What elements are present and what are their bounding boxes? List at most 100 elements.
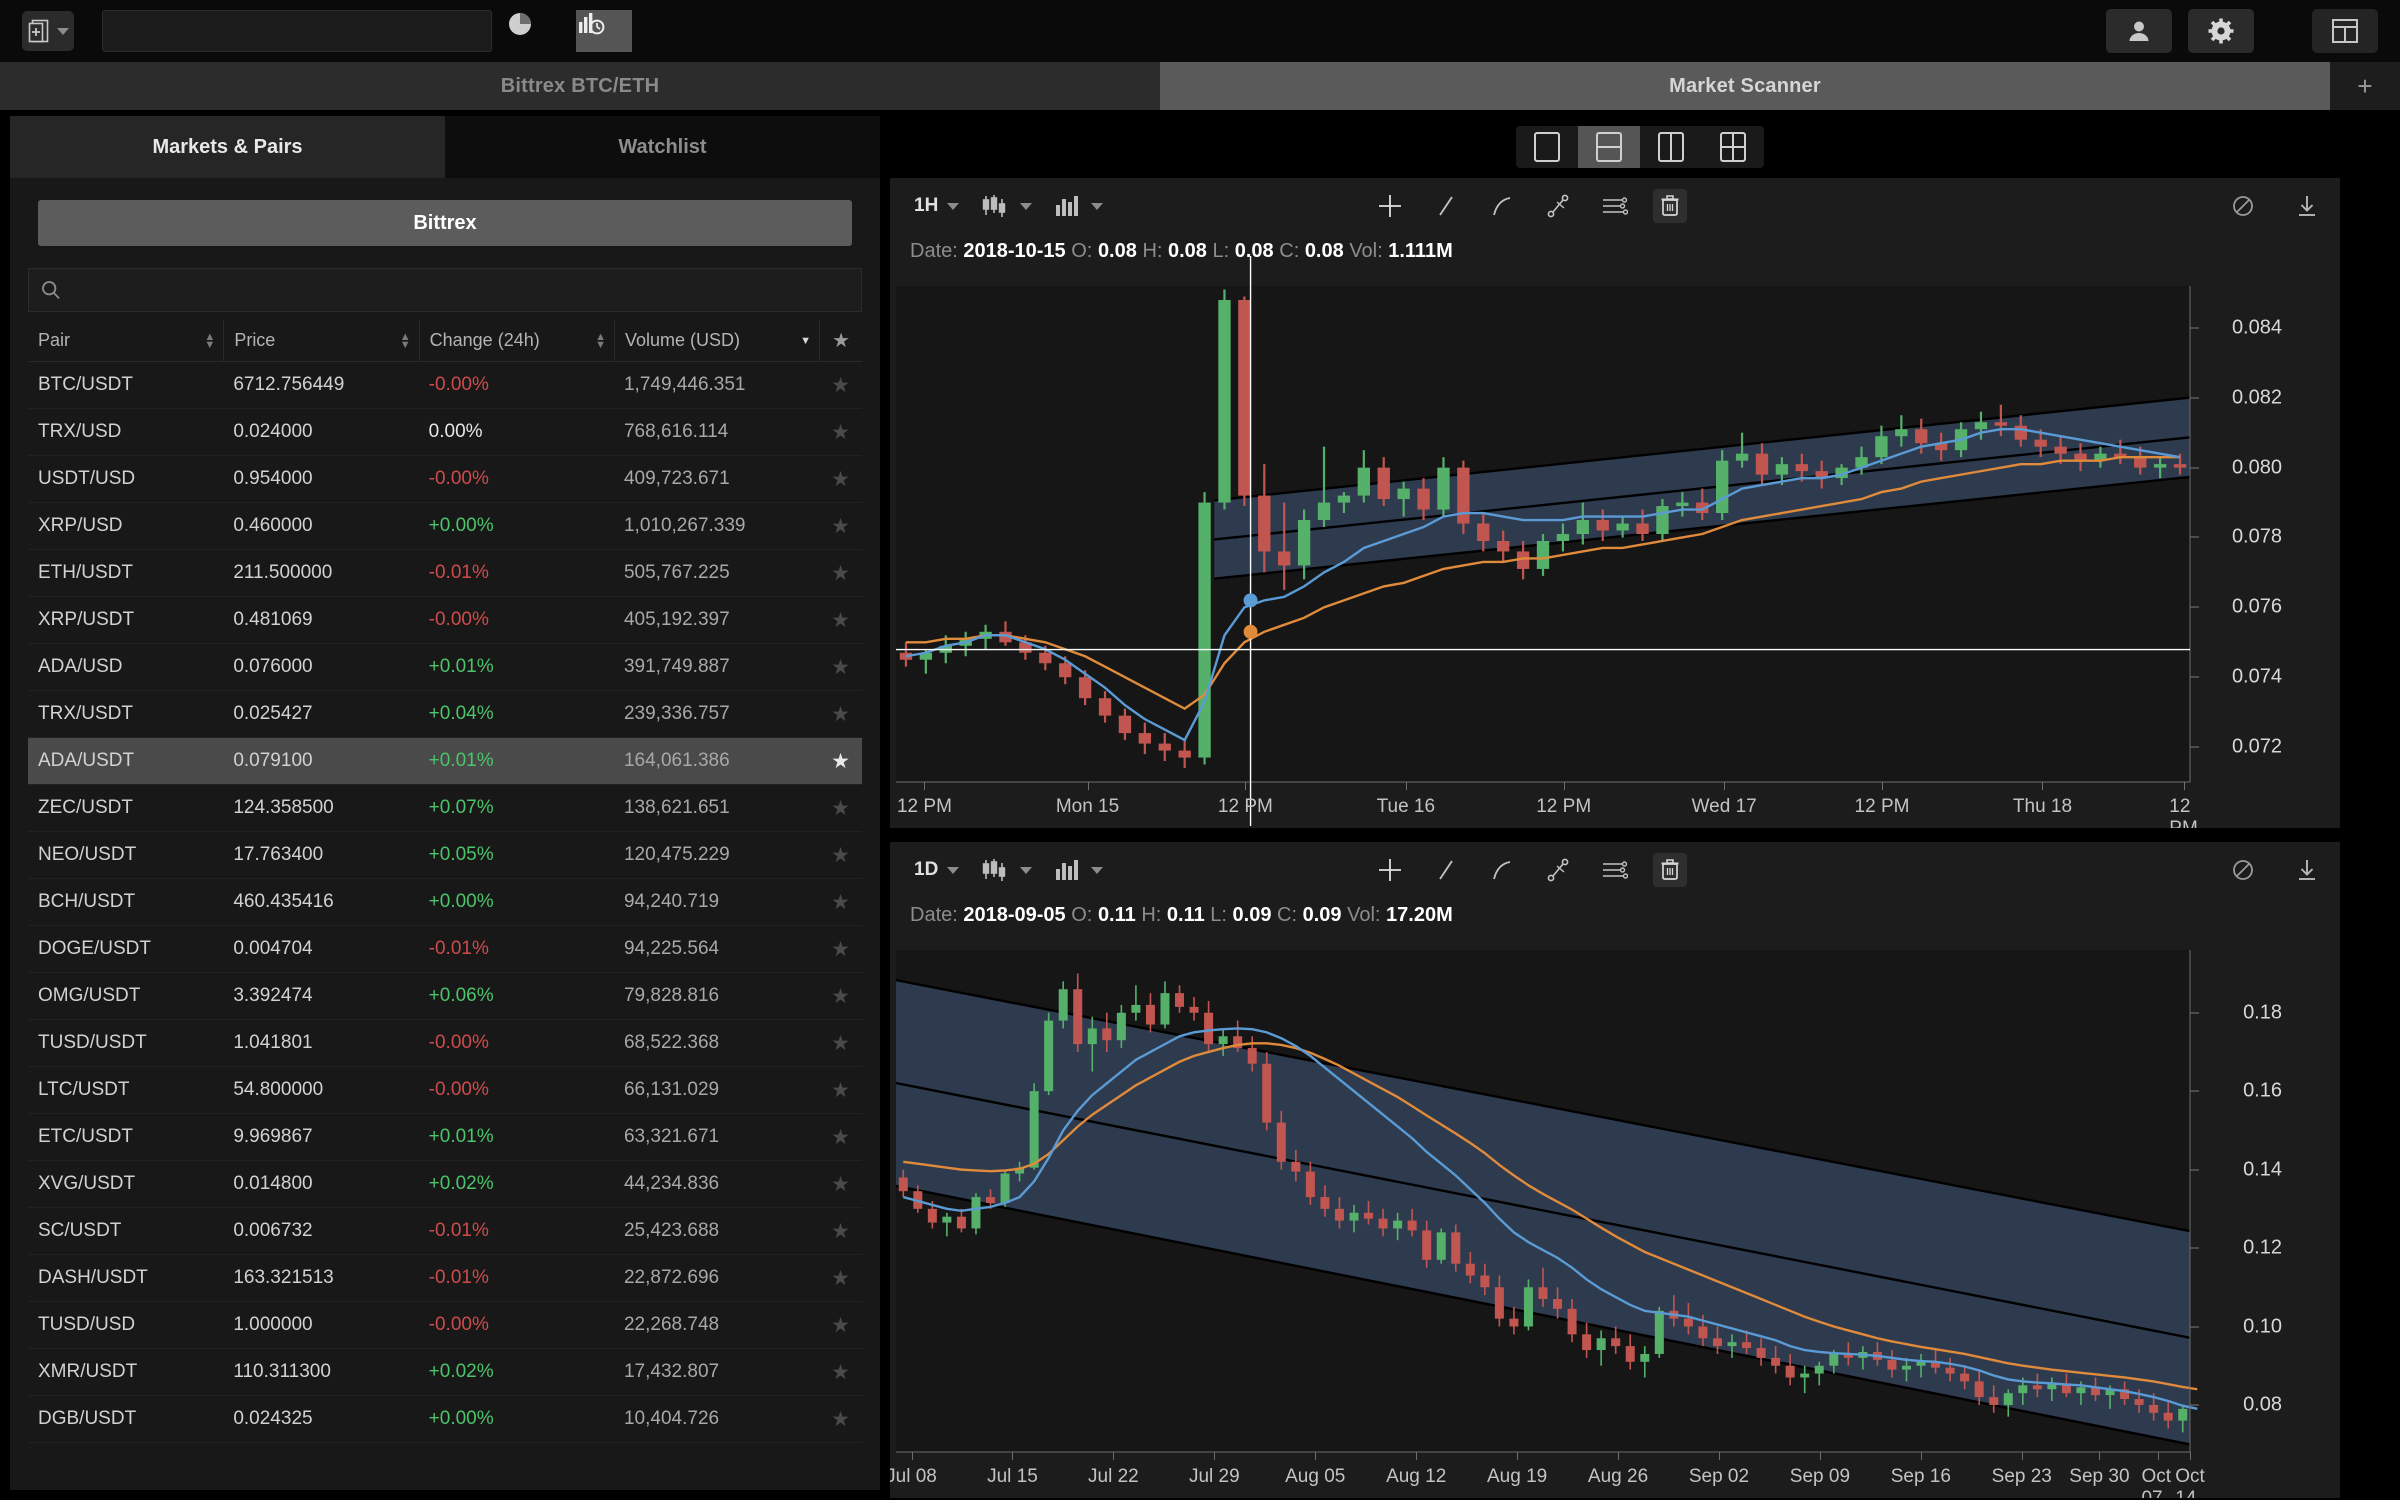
- global-search-input[interactable]: [102, 10, 492, 52]
- table-row[interactable]: DASH/USDT 163.321513 -0.01% 22,872.696 ★: [28, 1255, 862, 1302]
- table-row[interactable]: ADA/USDT 0.079100 +0.01% 164,061.386 ★: [28, 738, 862, 785]
- delete-drawings-button[interactable]: [1652, 853, 1687, 887]
- favorite-star-icon[interactable]: ★: [819, 702, 862, 727]
- favorite-star-icon[interactable]: ★: [819, 796, 862, 821]
- volume-selector-bottom[interactable]: [1054, 857, 1104, 883]
- favorite-star-icon[interactable]: ★: [819, 1219, 862, 1244]
- column-header-favorite[interactable]: ★: [819, 319, 862, 362]
- table-row[interactable]: TUSD/USD 1.000000 -0.00% 22,268.748 ★: [28, 1302, 862, 1349]
- table-row[interactable]: DOGE/USDT 0.004704 -0.01% 94,225.564 ★: [28, 926, 862, 973]
- window-tab-market-scanner[interactable]: Market Scanner: [1160, 62, 2330, 110]
- table-row[interactable]: ADA/USD 0.076000 +0.01% 391,749.887 ★: [28, 644, 862, 691]
- table-row[interactable]: ETC/USDT 9.969867 +0.01% 63,321.671 ★: [28, 1114, 862, 1161]
- favorite-star-icon[interactable]: ★: [819, 984, 862, 1009]
- price-axis[interactable]: 0.18 0.16 0.14 0.12 0.10 0.08: [2190, 898, 2340, 1498]
- market-scanner-view-button[interactable]: [576, 10, 632, 52]
- column-header-price[interactable]: Price ▲ ▼: [223, 319, 418, 362]
- table-row[interactable]: NEO/USDT 17.763400 +0.05% 120,475.229 ★: [28, 832, 862, 879]
- favorite-star-icon[interactable]: ★: [819, 843, 862, 868]
- window-tab-bittrex[interactable]: Bittrex BTC/ETH: [0, 62, 1160, 110]
- table-row[interactable]: ZEC/USDT 124.358500 +0.07% 138,621.651 ★: [28, 785, 862, 832]
- favorite-star-icon[interactable]: ★: [819, 561, 862, 586]
- markets-table-body[interactable]: BTC/USDT 6712.756449 -0.00% 1,749,446.351 ★ T…: [28, 362, 862, 1492]
- chart-style-selector-bottom[interactable]: [981, 857, 1033, 883]
- pie-chart-view-button[interactable]: [506, 10, 562, 52]
- tab-markets-and-pairs[interactable]: Markets & Pairs: [10, 116, 445, 178]
- volume-selector-top[interactable]: [1054, 193, 1104, 219]
- fibonacci-tool-button[interactable]: [1541, 853, 1575, 887]
- column-header-volume[interactable]: Volume (USD) ▼: [613, 319, 819, 362]
- table-row[interactable]: USDT/USD 0.954000 -0.00% 409,723.671 ★: [28, 456, 862, 503]
- chevron-down-icon[interactable]: [947, 202, 960, 210]
- favorite-star-icon[interactable]: ★: [819, 514, 862, 539]
- favorite-star-icon[interactable]: ★: [819, 1125, 862, 1150]
- time-axis[interactable]: 12 PM Mon 15 12 PM Tue 16 12 PM Wed 17 12 PM Th…: [896, 782, 2198, 828]
- trend-line-tool-button[interactable]: [1429, 853, 1463, 887]
- favorite-star-icon[interactable]: ★: [819, 373, 862, 398]
- table-row[interactable]: LTC/USDT 54.800000 -0.00% 66,131.029 ★: [28, 1067, 862, 1114]
- favorite-star-icon[interactable]: ★: [819, 1031, 862, 1056]
- trend-line-tool-button[interactable]: [1429, 189, 1463, 223]
- table-row[interactable]: XRP/USD 0.460000 +0.00% 1,010,267.339 ★: [28, 503, 862, 550]
- favorite-star-icon[interactable]: ★: [819, 420, 862, 445]
- column-header-change[interactable]: Change (24h) ▲ ▼: [418, 319, 614, 362]
- favorite-star-icon[interactable]: ★: [819, 655, 862, 680]
- favorite-star-icon[interactable]: ★: [819, 1407, 862, 1432]
- table-row[interactable]: XMR/USDT 110.311300 +0.02% 17,432.807 ★: [28, 1349, 862, 1396]
- chevron-down-icon[interactable]: [947, 866, 960, 874]
- favorite-star-icon[interactable]: ★: [819, 1360, 862, 1385]
- table-row[interactable]: TRX/USD 0.024000 0.00% 768,616.114 ★: [28, 409, 862, 456]
- favorite-star-icon[interactable]: ★: [819, 608, 862, 633]
- favorite-star-icon[interactable]: ★: [819, 937, 862, 962]
- add-tab-button[interactable]: +: [2330, 62, 2400, 110]
- hide-drawings-button[interactable]: [2226, 853, 2260, 887]
- tab-watchlist[interactable]: Watchlist: [445, 116, 880, 178]
- delete-drawings-button[interactable]: [1652, 189, 1687, 223]
- favorite-star-icon[interactable]: ★: [819, 1172, 862, 1197]
- table-row[interactable]: ETH/USDT 211.500000 -0.01% 505,767.225 ★: [28, 550, 862, 597]
- crosshair-tool-button[interactable]: [1373, 189, 1407, 223]
- markets-search-input[interactable]: [71, 280, 809, 300]
- favorite-star-icon[interactable]: ★: [819, 467, 862, 492]
- favorite-star-icon[interactable]: ★: [819, 890, 862, 915]
- layout-horizontal-split-button[interactable]: [1578, 126, 1640, 168]
- layout-quad-split-button[interactable]: [1702, 126, 1764, 168]
- favorite-star-icon[interactable]: ★: [819, 1078, 862, 1103]
- price-axis[interactable]: 0.084 0.082 0.080 0.078 0.076 0.074 0.072: [2190, 234, 2340, 828]
- crosshair-tool-button[interactable]: [1373, 853, 1407, 887]
- timeframe-selector-top[interactable]: 1H: [914, 195, 938, 217]
- table-row[interactable]: TRX/USDT 0.025427 +0.04% 239,336.757 ★: [28, 691, 862, 738]
- favorite-star-icon[interactable]: ★: [819, 749, 862, 774]
- candlestick-chart-bottom[interactable]: 0.18 0.16 0.14 0.12 0.10 0.08 Jul 08 Jul 15 Jul …: [890, 898, 2340, 1498]
- hide-drawings-button[interactable]: [2226, 189, 2260, 223]
- candlestick-chart-top[interactable]: 0.084 0.082 0.080 0.078 0.076 0.074 0.072 12 PM…: [890, 234, 2340, 828]
- settings-button[interactable]: [2188, 9, 2254, 53]
- layout-single-pane-button[interactable]: [1516, 126, 1578, 168]
- panel-layout-button[interactable]: [2312, 9, 2378, 53]
- table-row[interactable]: OMG/USDT 3.392474 +0.06% 79,828.816 ★: [28, 973, 862, 1020]
- table-row[interactable]: BTC/USDT 6712.756449 -0.00% 1,749,446.351 ★: [28, 362, 862, 409]
- table-row[interactable]: DGB/USDT 0.024325 +0.00% 10,404.726 ★: [28, 1396, 862, 1443]
- exchange-selector-button[interactable]: Bittrex: [38, 200, 852, 246]
- table-row[interactable]: XVG/USDT 0.014800 +0.02% 44,234.836 ★: [28, 1161, 862, 1208]
- markets-search-row[interactable]: [28, 268, 862, 312]
- chart-style-selector-top[interactable]: [981, 193, 1033, 219]
- download-chart-button[interactable]: [2290, 189, 2324, 223]
- levels-tool-button[interactable]: [1597, 189, 1631, 223]
- time-axis[interactable]: Jul 08 Jul 15 Jul 22 Jul 29 Aug 05 Aug 12 Aug …: [890, 1452, 2205, 1498]
- levels-tool-button[interactable]: [1597, 853, 1631, 887]
- table-row[interactable]: TUSD/USDT 1.041801 -0.00% 68,522.368 ★: [28, 1020, 862, 1067]
- column-header-pair[interactable]: Pair ▲ ▼: [28, 320, 223, 362]
- layout-vertical-split-button[interactable]: [1640, 126, 1702, 168]
- timeframe-selector-bottom[interactable]: 1D: [914, 859, 938, 881]
- table-row[interactable]: BCH/USDT 460.435416 +0.00% 94,240.719 ★: [28, 879, 862, 926]
- fibonacci-tool-button[interactable]: [1541, 189, 1575, 223]
- favorite-star-icon[interactable]: ★: [819, 1313, 862, 1338]
- user-profile-button[interactable]: [2106, 9, 2172, 53]
- favorite-star-icon[interactable]: ★: [819, 1266, 862, 1291]
- table-row[interactable]: SC/USDT 0.006732 -0.01% 25,423.688 ★: [28, 1208, 862, 1255]
- curve-tool-button[interactable]: [1485, 853, 1519, 887]
- table-row[interactable]: XRP/USDT 0.481069 -0.00% 405,192.397 ★: [28, 597, 862, 644]
- new-document-button[interactable]: [22, 11, 74, 51]
- curve-tool-button[interactable]: [1485, 189, 1519, 223]
